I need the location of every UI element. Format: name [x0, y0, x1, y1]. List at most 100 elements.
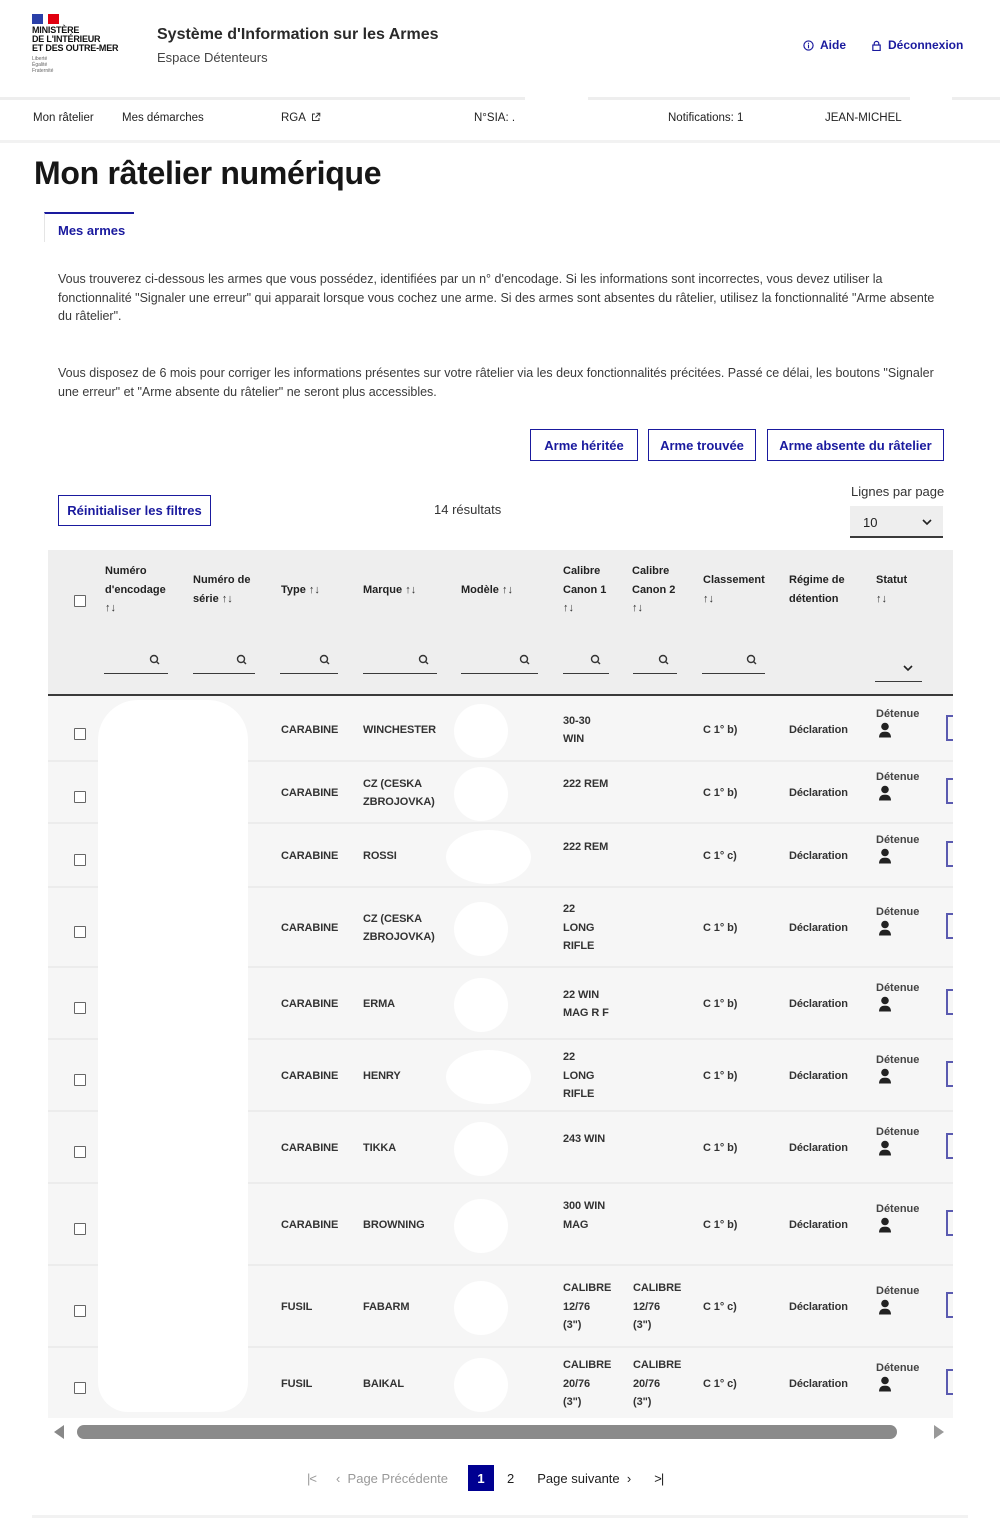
cell-type: CARABINE	[281, 723, 339, 736]
row-action-button[interactable]	[946, 1292, 953, 1318]
site-title[interactable]: Système d'Information sur les Armes	[157, 26, 439, 44]
row-checkbox[interactable]	[74, 1305, 86, 1317]
scroll-left-arrow[interactable]	[54, 1425, 64, 1439]
sort-icon[interactable]: ↑↓	[105, 602, 116, 614]
col-header-calibre-1[interactable]: Calibre Canon 1 ↑↓	[563, 562, 613, 618]
last-page-button[interactable]: >|	[654, 1471, 664, 1486]
cell-statut: Détenue	[876, 771, 919, 801]
col-header-numero-encodage[interactable]: Numéro d'encodage ↑↓	[105, 562, 175, 618]
sort-icon[interactable]: ↑↓	[222, 593, 233, 605]
sort-icon[interactable]: ↑↓	[309, 584, 320, 596]
reset-filters-button[interactable]: Réinitialiser les filtres	[58, 495, 211, 526]
row-action-button[interactable]	[946, 1210, 953, 1236]
sort-icon[interactable]: ↑↓	[563, 602, 574, 614]
redacted-model	[454, 767, 508, 821]
filter-type[interactable]	[280, 650, 338, 674]
filter-calibre-1[interactable]	[563, 650, 609, 674]
page-2-button[interactable]: 2	[507, 1471, 514, 1486]
cell-marque: BROWNING	[363, 1218, 425, 1231]
scrollbar-thumb[interactable]	[77, 1425, 897, 1439]
select-all-checkbox[interactable]	[74, 595, 86, 607]
row-checkbox[interactable]	[74, 1002, 86, 1014]
row-checkbox[interactable]	[74, 791, 86, 803]
next-page-button[interactable]: Page suivante ›	[537, 1471, 631, 1486]
cell-statut: Détenue	[876, 1126, 919, 1156]
results-count: 14 résultats	[434, 502, 502, 517]
user-menu[interactable]: JEAN-MICHEL	[825, 112, 902, 124]
lines-per-page-value: 10	[863, 515, 878, 530]
col-header-marque[interactable]: Marque ↑↓	[363, 581, 416, 600]
row-checkbox[interactable]	[74, 728, 86, 740]
sort-icon[interactable]: ↑↓	[876, 593, 887, 605]
sort-icon[interactable]: ↑↓	[405, 584, 416, 596]
row-checkbox[interactable]	[74, 1382, 86, 1394]
tab-mes-armes[interactable]: Mes armes	[44, 212, 134, 242]
horizontal-scrollbar[interactable]	[48, 1420, 953, 1444]
cell-calibre-2: CALIBRE 12/76 (3")	[633, 1282, 682, 1332]
row-action-button[interactable]	[946, 1133, 953, 1159]
pagination: |< ‹ Page Précédente 1 2 Page suivante ›…	[307, 1465, 664, 1491]
row-action-button[interactable]	[946, 841, 953, 867]
row-action-button[interactable]	[946, 1061, 953, 1087]
cell-type: FUSIL	[281, 1300, 313, 1313]
row-checkbox[interactable]	[74, 1146, 86, 1158]
row-action-button[interactable]	[946, 1369, 953, 1395]
filter-statut-select[interactable]	[875, 658, 922, 682]
nav-item-mon-ratelier[interactable]: Mon râtelier	[33, 112, 94, 124]
help-link[interactable]: Aide	[803, 38, 846, 52]
nav-item-rga[interactable]: RGA	[281, 112, 321, 124]
col-header-type[interactable]: Type ↑↓	[281, 581, 320, 600]
nav-item-mes-demarches[interactable]: Mes démarches	[122, 112, 204, 124]
row-checkbox[interactable]	[74, 854, 86, 866]
sort-icon[interactable]: ↑↓	[502, 584, 513, 596]
sort-icon[interactable]: ↑↓	[703, 593, 714, 605]
ministry-logo[interactable]: MINISTÈRE DE L'INTÉRIEUR ET DES OUTRE-ME…	[32, 14, 142, 74]
cell-marque: ROSSI	[363, 849, 397, 862]
found-weapon-button[interactable]: Arme trouvée	[648, 429, 756, 461]
col-header-calibre-2[interactable]: Calibre Canon 2 ↑↓	[632, 562, 682, 618]
lines-per-page-select[interactable]: 10	[850, 506, 943, 538]
previous-page-button[interactable]: ‹ Page Précédente	[336, 1471, 448, 1486]
statut-label: Détenue	[876, 771, 920, 783]
row-action-button[interactable]	[946, 715, 953, 741]
row-checkbox[interactable]	[74, 1074, 86, 1086]
filter-classement[interactable]	[702, 650, 765, 674]
row-action-button[interactable]	[946, 989, 953, 1015]
logout-link[interactable]: Déconnexion	[871, 38, 963, 52]
col-header-classement[interactable]: Classement ↑↓	[703, 571, 773, 608]
missing-weapon-button[interactable]: Arme absente du râtelier	[767, 429, 944, 461]
filter-marque[interactable]	[363, 650, 437, 674]
search-icon	[319, 654, 330, 665]
notifications-link[interactable]: Notifications: 1	[668, 112, 743, 124]
cell-marque: CZ (CESKA ZBROJOVKA)	[363, 912, 435, 944]
redacted-model	[454, 902, 508, 956]
redacted-model	[454, 1122, 508, 1176]
col-header-numero-serie[interactable]: Numéro de série ↑↓	[193, 571, 263, 608]
next-page-label: Page suivante	[537, 1470, 620, 1486]
row-action-button[interactable]	[946, 913, 953, 939]
filter-numero-serie[interactable]	[193, 650, 255, 674]
filter-numero-encodage[interactable]	[104, 650, 168, 674]
col-label: Marque	[363, 584, 403, 596]
sort-icon[interactable]: ↑↓	[632, 602, 643, 614]
col-header-modele[interactable]: Modèle ↑↓	[461, 581, 513, 600]
cell-calibre-1: 243 WIN	[563, 1132, 606, 1145]
cell-statut: Détenue	[876, 1285, 919, 1315]
motto-line: Fraternité	[32, 68, 54, 74]
inherited-weapon-button[interactable]: Arme héritée	[530, 429, 638, 461]
col-label: Statut	[876, 574, 908, 586]
scroll-right-arrow[interactable]	[934, 1425, 944, 1439]
page-1-button[interactable]: 1	[468, 1465, 495, 1491]
cell-classement: C 1° b)	[703, 1141, 738, 1154]
cell-marque: BAIKAL	[363, 1377, 404, 1390]
main-nav: Mon râtelier Mes démarches RGA N°SIA: . …	[0, 100, 1000, 140]
statut-label: Détenue	[876, 834, 920, 846]
filter-modele[interactable]	[461, 650, 538, 674]
first-page-button[interactable]: |<	[307, 1471, 317, 1486]
col-header-statut[interactable]: Statut ↑↓	[876, 571, 921, 608]
row-action-button[interactable]	[946, 778, 953, 804]
redacted-model	[454, 978, 508, 1032]
filter-calibre-2[interactable]	[633, 650, 677, 674]
row-checkbox[interactable]	[74, 1223, 86, 1235]
row-checkbox[interactable]	[74, 926, 86, 938]
